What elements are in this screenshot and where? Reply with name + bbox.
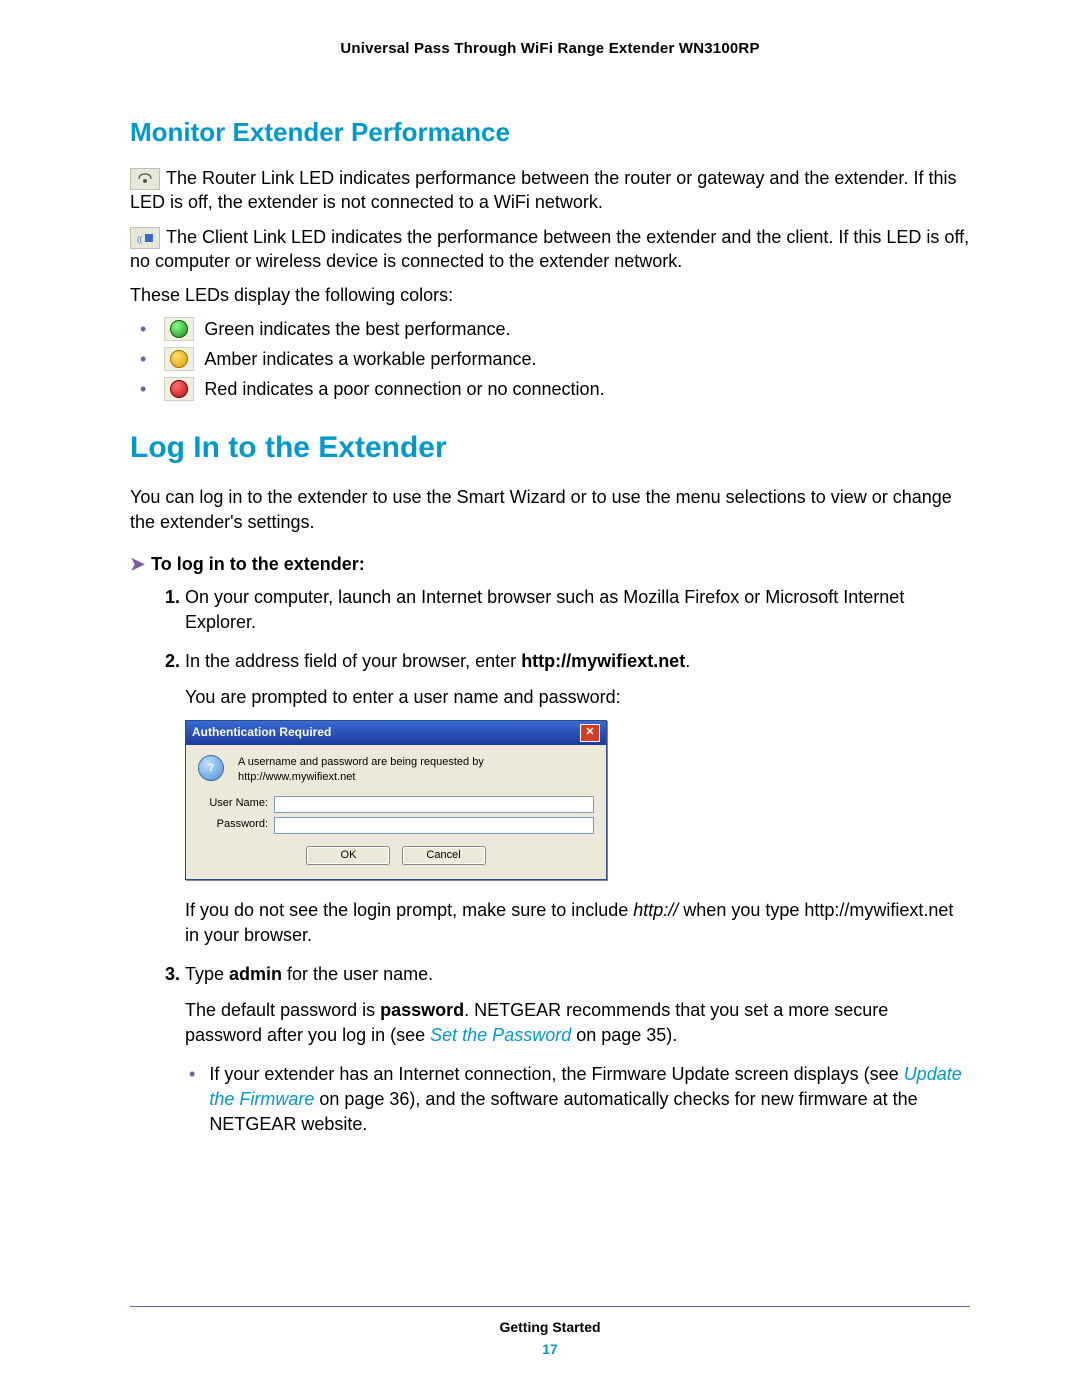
question-icon: ? — [198, 755, 224, 781]
step-2-url: http://mywifiext.net — [521, 651, 685, 671]
step-2-prompt: You are prompted to enter a user name an… — [185, 685, 970, 710]
client-link-text: The Client Link LED indicates the perfor… — [130, 227, 969, 271]
bullet-icon: • — [140, 379, 146, 400]
step-3-sublist: • If your extender has an Internet conne… — [185, 1062, 970, 1138]
step-2-after-a: If you do not see the login prompt, make… — [185, 900, 633, 920]
step-2-http-italic: http:// — [633, 900, 678, 920]
dialog-title-text: Authentication Required — [192, 724, 331, 741]
step-3-bullet-b: on page 36), and the software automatica… — [209, 1089, 917, 1134]
led-intro-text: These LEDs display the following colors: — [130, 283, 970, 307]
led-color-list: • Green indicates the best performance. … — [130, 317, 970, 401]
step-3-b: for the user name. — [282, 964, 433, 984]
router-link-paragraph: The Router Link LED indicates performanc… — [130, 166, 970, 215]
step-3-pw-a: The default password is — [185, 1000, 380, 1020]
router-link-led-icon — [130, 168, 160, 190]
task-title-text: To log in to the extender: — [151, 554, 365, 574]
cancel-button[interactable]: Cancel — [402, 846, 486, 865]
step-1: On your computer, launch an Internet bro… — [185, 585, 970, 635]
password-label: Password: — [198, 817, 274, 832]
bullet-icon: • — [140, 349, 146, 370]
close-icon[interactable]: ✕ — [580, 724, 600, 742]
client-link-paragraph: (( The Client Link LED indicates the per… — [130, 225, 970, 274]
list-item: • Red indicates a poor connection or no … — [140, 377, 970, 401]
step-3-password-note: The default password is password. NETGEA… — [185, 998, 970, 1048]
svg-text:((: (( — [137, 235, 143, 244]
dialog-body: ? A username and password are being requ… — [186, 745, 606, 879]
manual-page: Universal Pass Through WiFi Range Extend… — [0, 0, 1080, 1397]
dialog-message: A username and password are being reques… — [238, 755, 594, 786]
step-3-bullet-a: If your extender has an Internet connect… — [209, 1064, 903, 1084]
username-label: User Name: — [198, 796, 274, 811]
bullet-icon: • — [140, 319, 146, 340]
step-3-pw-word: password — [380, 1000, 464, 1020]
footer-chapter-title: Getting Started — [130, 1319, 970, 1335]
step-3-a: Type — [185, 964, 229, 984]
footer-divider — [130, 1306, 970, 1307]
step-2: In the address field of your browser, en… — [185, 649, 970, 948]
set-password-link[interactable]: Set the Password — [430, 1025, 571, 1045]
step-1-text: On your computer, launch an Internet bro… — [185, 587, 904, 632]
step-3-pw-c: on page 35). — [571, 1025, 677, 1045]
section-heading-monitor: Monitor Extender Performance — [130, 117, 970, 148]
led-amber-text: Amber indicates a workable performance. — [204, 349, 536, 370]
auth-dialog: Authentication Required ✕ ? A username a… — [185, 720, 607, 880]
step-2-afternote: If you do not see the login prompt, make… — [185, 898, 970, 948]
section-heading-login: Log In to the Extender — [130, 431, 970, 465]
page-footer: Getting Started 17 — [130, 1306, 970, 1357]
footer-page-number: 17 — [130, 1341, 970, 1357]
dialog-titlebar: Authentication Required ✕ — [186, 721, 606, 745]
list-item: • Green indicates the best performance. — [140, 317, 970, 341]
step-3: Type admin for the user name. The defaul… — [185, 962, 970, 1137]
led-green-icon — [164, 317, 194, 341]
password-input[interactable] — [274, 817, 594, 834]
document-title: Universal Pass Through WiFi Range Extend… — [130, 40, 970, 57]
username-input[interactable] — [274, 796, 594, 813]
client-link-led-icon: (( — [130, 227, 160, 249]
list-item: • Amber indicates a workable performance… — [140, 347, 970, 371]
led-red-text: Red indicates a poor connection or no co… — [204, 379, 604, 400]
step-3-admin: admin — [229, 964, 282, 984]
chevron-right-icon: ➤ — [130, 554, 145, 574]
step-2-text-a: In the address field of your browser, en… — [185, 651, 521, 671]
ok-button[interactable]: OK — [306, 846, 390, 865]
router-link-text: The Router Link LED indicates performanc… — [130, 168, 956, 212]
list-item: • If your extender has an Internet conne… — [185, 1062, 970, 1138]
bullet-icon: • — [189, 1062, 195, 1138]
led-amber-icon — [164, 347, 194, 371]
login-intro: You can log in to the extender to use th… — [130, 485, 970, 534]
led-red-icon — [164, 377, 194, 401]
steps-list: On your computer, launch an Internet bro… — [130, 585, 970, 1137]
led-green-text: Green indicates the best performance. — [204, 319, 510, 340]
task-heading: ➤ To log in to the extender: — [130, 554, 970, 575]
step-2-text-b: . — [685, 651, 690, 671]
